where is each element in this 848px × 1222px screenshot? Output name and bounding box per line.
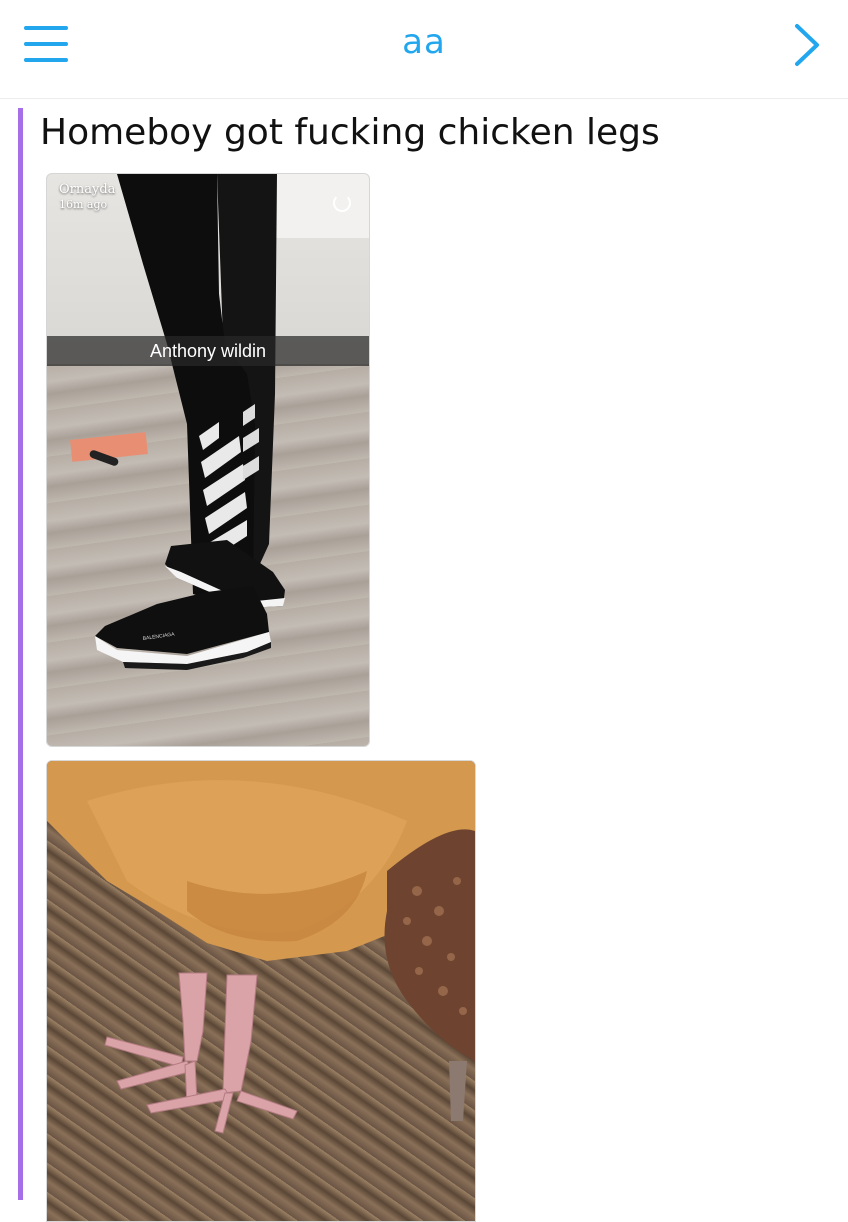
chat-header: aa [0,0,848,99]
chicken-illustration [47,761,475,1134]
snap-image[interactable]: BALENCIAGA Ornayda 16m ago Anthony wildi… [46,173,370,747]
snap-meta: Ornayda 16m ago [59,182,115,212]
snap-timer-icon [333,194,351,212]
legs-in-socks-illustration: BALENCIAGA [95,174,285,670]
snap-timestamp: 16m ago [59,198,108,211]
sender-color-bar [18,108,23,1200]
snap-author: Ornayda [59,182,116,197]
snap-caption: Anthony wildin [47,336,369,366]
chat-title[interactable]: aa [0,22,848,62]
chicken-legs-photo[interactable] [46,760,476,1222]
chevron-right-icon[interactable] [792,22,822,68]
chat-message-text: Homeboy got fucking chicken legs [40,112,660,153]
